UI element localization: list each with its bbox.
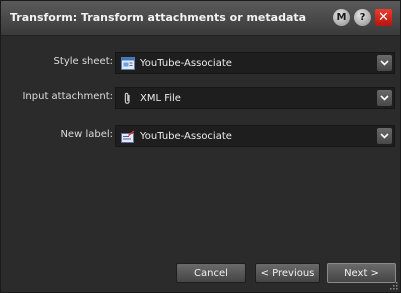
previous-button[interactable]: < Previous — [255, 263, 320, 283]
style-sheet-value: YouTube-Associate — [140, 58, 232, 69]
style-sheet-label: Style sheet: — [53, 56, 113, 67]
cancel-button[interactable]: Cancel — [176, 263, 246, 283]
label-icon — [121, 130, 135, 143]
stylesheet-icon — [121, 57, 135, 70]
dialog-title: Transform: Transform attachments or meta… — [10, 11, 307, 24]
input-attachment-select[interactable]: XML File — [115, 87, 395, 109]
chevron-down-icon[interactable] — [377, 128, 392, 144]
new-label-row: New label: YouTube-Associate — [1, 125, 401, 147]
new-label-value: YouTube-Associate — [140, 131, 232, 142]
paperclip-icon — [124, 92, 130, 104]
help-button[interactable]: ? — [354, 9, 371, 26]
style-sheet-row: Style sheet: YouTube-Associate — [1, 52, 401, 74]
input-attachment-value: XML File — [140, 93, 181, 104]
transform-dialog: Transform: Transform attachments or meta… — [0, 0, 401, 293]
chevron-down-icon[interactable] — [377, 55, 392, 71]
next-button[interactable]: Next > — [327, 263, 396, 283]
close-button[interactable]: ✕ — [375, 9, 392, 26]
title-bar[interactable]: Transform: Transform attachments or meta… — [1, 1, 400, 36]
input-attachment-row: Input attachment: XML File — [1, 87, 401, 109]
input-attachment-label: Input attachment: — [22, 91, 113, 102]
chevron-down-icon[interactable] — [377, 90, 392, 106]
resize-grip-icon[interactable] — [388, 280, 398, 290]
style-sheet-select[interactable]: YouTube-Associate — [115, 52, 395, 74]
new-label-select[interactable]: YouTube-Associate — [115, 125, 395, 147]
new-label-label: New label: — [60, 129, 113, 140]
m-button[interactable]: M — [333, 9, 350, 26]
